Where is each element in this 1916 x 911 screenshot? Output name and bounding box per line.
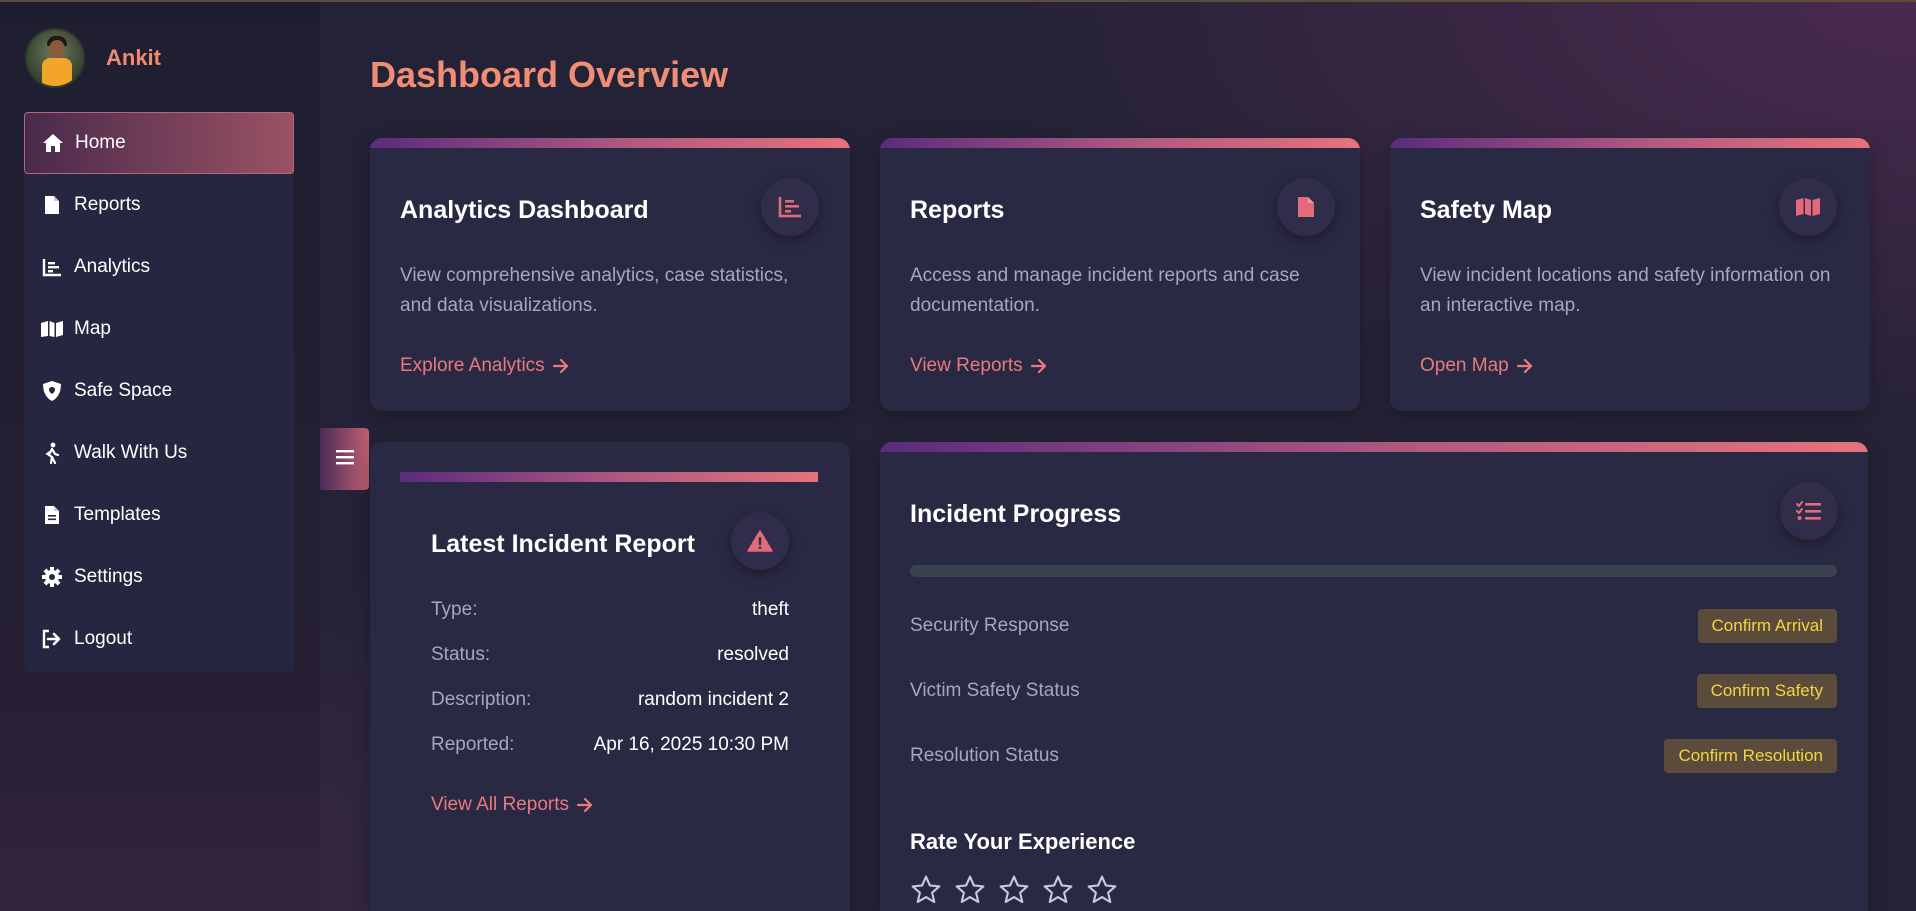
confirm-resolution-button[interactable]: Confirm Resolution <box>1664 739 1837 773</box>
step-label: Victim Safety Status <box>910 680 1080 701</box>
explore-analytics-link[interactable]: Explore Analytics <box>400 355 569 377</box>
sidebar-item-label: Settings <box>74 566 143 587</box>
file-icon <box>40 503 64 527</box>
progress-step-victim-safety: Victim Safety Status Confirm Safety <box>910 674 1837 708</box>
sidebar-item-label: Templates <box>74 504 161 525</box>
sidebar-item-templates[interactable]: Templates <box>24 484 294 546</box>
safety-map-card: Safety Map View incident locations and s… <box>1390 138 1870 411</box>
card-accent-bar <box>880 442 1868 452</box>
link-label: View All Reports <box>431 794 569 815</box>
field-label: Status: <box>431 644 491 665</box>
link-label: Explore Analytics <box>400 355 545 376</box>
sidebar-item-label: Home <box>75 132 126 153</box>
reports-card: Reports Access and manage incident repor… <box>880 138 1360 411</box>
sidebar-item-label: Map <box>74 318 111 339</box>
arrow-right-icon <box>1030 359 1046 373</box>
tasks-icon <box>1780 482 1838 540</box>
sidebar-item-label: Logout <box>74 628 133 649</box>
progress-step-resolution: Resolution Status Confirm Resolution <box>910 739 1837 773</box>
confirm-safety-button[interactable]: Confirm Safety <box>1696 674 1837 708</box>
field-value: theft <box>752 599 789 620</box>
link-label: View Reports <box>910 355 1023 376</box>
file-icon <box>1277 178 1335 236</box>
progress-step-security: Security Response Confirm Arrival <box>910 609 1837 643</box>
card-title: Reports <box>910 196 1005 224</box>
view-all-reports-link[interactable]: View All Reports <box>431 794 593 816</box>
field-label: Description: <box>431 689 532 710</box>
star-rating <box>910 874 1130 906</box>
sidebar-item-logout[interactable]: Logout <box>24 608 294 670</box>
open-map-link[interactable]: Open Map <box>1420 355 1533 377</box>
arrow-right-icon <box>552 359 568 373</box>
latest-incident-card: Latest Incident Report Type: theft Statu… <box>370 442 850 911</box>
view-reports-link[interactable]: View Reports <box>910 355 1047 377</box>
card-title: Incident Progress <box>910 500 1122 528</box>
incident-type-row: Type: theft <box>431 599 789 621</box>
field-value: random incident 2 <box>637 689 789 710</box>
map-icon <box>1779 178 1837 236</box>
sidebar-nav: Home Reports Analytics Map Safe Space Wa… <box>24 112 294 672</box>
chart-icon <box>40 255 64 279</box>
sidebar-item-map[interactable]: Map <box>24 298 294 360</box>
sidebar-item-safe-space[interactable]: Safe Space <box>24 360 294 422</box>
card-accent-bar <box>400 472 818 482</box>
gear-icon <box>40 565 64 589</box>
card-title: Latest Incident Report <box>431 530 695 558</box>
logout-icon <box>40 627 64 651</box>
sidebar-item-label: Analytics <box>74 256 151 277</box>
step-label: Resolution Status <box>910 745 1059 766</box>
star-icon[interactable] <box>910 874 942 906</box>
sidebar-item-analytics[interactable]: Analytics <box>24 236 294 298</box>
progress-bar <box>910 565 1837 577</box>
field-value: resolved <box>717 644 789 665</box>
card-accent-bar <box>1390 138 1870 148</box>
card-description: Access and manage incident reports and c… <box>910 265 1300 316</box>
card-accent-bar <box>370 138 850 148</box>
arrow-right-icon <box>1516 359 1532 373</box>
sidebar-toggle-button[interactable] <box>320 428 369 490</box>
hamburger-icon <box>335 449 354 470</box>
card-accent-bar <box>880 138 1360 148</box>
field-label: Reported: <box>431 734 515 755</box>
incident-reported-row: Reported: Apr 16, 2025 10:30 PM <box>431 734 789 756</box>
sidebar-item-label: Reports <box>74 194 141 215</box>
card-title: Analytics Dashboard <box>400 196 649 224</box>
page-title: Dashboard Overview <box>370 54 729 95</box>
sidebar-item-label: Walk With Us <box>74 442 188 463</box>
confirm-arrival-button[interactable]: Confirm Arrival <box>1697 609 1837 643</box>
chart-icon <box>761 178 819 236</box>
shield-icon <box>40 379 64 403</box>
user-name: Ankit <box>106 45 161 70</box>
sidebar-item-label: Safe Space <box>74 380 173 401</box>
field-label: Type: <box>431 599 478 620</box>
analytics-card: Analytics Dashboard View comprehensive a… <box>370 138 850 411</box>
star-icon[interactable] <box>954 874 986 906</box>
arrow-right-icon <box>577 798 593 812</box>
sidebar-item-settings[interactable]: Settings <box>24 546 294 608</box>
star-icon[interactable] <box>1086 874 1118 906</box>
rating-title: Rate Your Experience <box>910 829 1136 854</box>
warning-icon <box>731 512 789 570</box>
incident-progress-card: Incident Progress Security Response Conf… <box>880 442 1868 911</box>
step-label: Security Response <box>910 615 1070 636</box>
incident-description-row: Description: random incident 2 <box>431 689 789 711</box>
home-icon <box>41 131 65 155</box>
sidebar-item-reports[interactable]: Reports <box>24 174 294 236</box>
user-profile[interactable]: Ankit <box>25 28 161 88</box>
file-icon <box>40 193 64 217</box>
sidebar-item-home[interactable]: Home <box>24 112 294 174</box>
card-title: Safety Map <box>1420 196 1552 224</box>
sidebar: Ankit Home Reports Analytics Map Safe Sp… <box>0 2 320 911</box>
field-value: Apr 16, 2025 10:30 PM <box>593 734 789 755</box>
star-icon[interactable] <box>1042 874 1074 906</box>
star-icon[interactable] <box>998 874 1030 906</box>
card-description: View incident locations and safety infor… <box>1420 265 1831 316</box>
incident-status-row: Status: resolved <box>431 644 789 666</box>
avatar[interactable] <box>25 28 85 88</box>
walking-icon <box>40 441 64 465</box>
map-icon <box>40 317 64 341</box>
link-label: Open Map <box>1420 355 1509 376</box>
sidebar-item-walk-with-us[interactable]: Walk With Us <box>24 422 294 484</box>
card-description: View comprehensive analytics, case stati… <box>400 265 789 316</box>
